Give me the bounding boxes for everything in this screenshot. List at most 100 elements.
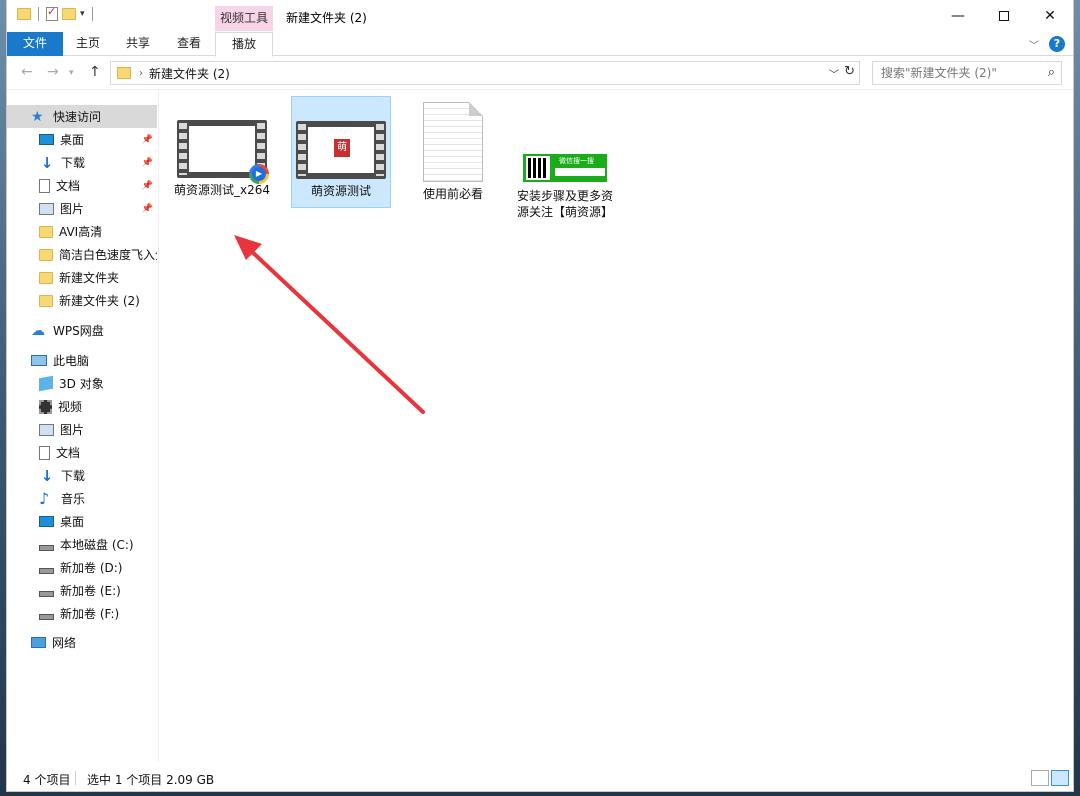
sidebar-item-folder[interactable]: 简洁白色速度飞入企 <box>7 243 157 266</box>
address-dropdown-icon[interactable]: ﹀ <box>829 66 839 81</box>
star-icon: ★ <box>31 108 44 125</box>
sidebar-item-downloads[interactable]: ↓ 下载 <box>7 464 157 487</box>
back-arrow-icon[interactable]: ← <box>21 64 33 80</box>
expand-ribbon-icon[interactable]: ﹀ <box>1029 37 1039 52</box>
folder-icon <box>117 67 131 79</box>
video-frame: 萌 <box>308 127 374 173</box>
sidebar-item-documents[interactable]: 文档 📌 <box>7 174 157 197</box>
pin-icon[interactable]: 📌 <box>142 204 153 214</box>
file-name: 萌资源测试 <box>310 184 371 198</box>
properties-icon[interactable] <box>46 5 58 21</box>
close-button[interactable]: ✕ <box>1027 0 1073 32</box>
pin-icon[interactable]: 📌 <box>142 181 153 191</box>
film-icon <box>39 399 52 414</box>
sidebar-item-pictures[interactable]: 图片 📌 <box>7 197 157 220</box>
sidebar-item-pictures[interactable]: 图片 <box>7 418 157 441</box>
thumbnail-text: 微信搜一搜 <box>559 157 594 165</box>
title-bar: ▾ 视频工具 新建文件夹 (2) — ✕ <box>7 0 1073 32</box>
drive-icon <box>39 613 54 620</box>
ribbon-tabs: 文件 主页 共享 查看 播放 ﹀ ? <box>7 32 1073 57</box>
sidebar-item-label: 本地磁盘 (C:) <box>60 538 134 552</box>
sidebar-item-drive-f[interactable]: 新加卷 (F:) <box>7 602 157 625</box>
tab-home[interactable]: 主页 <box>63 32 113 56</box>
sidebar-item-3d-objects[interactable]: 3D 对象 <box>7 372 157 395</box>
status-divider <box>75 771 76 785</box>
sidebar-item-label: 新建文件夹 (2) <box>59 294 140 308</box>
tab-play[interactable]: 播放 <box>215 32 273 57</box>
sidebar-item-quick-access[interactable]: ★ 快速访问 <box>7 105 157 128</box>
new-folder-icon[interactable] <box>62 8 76 20</box>
details-view-button[interactable] <box>1031 770 1049 786</box>
folder-icon <box>39 225 53 238</box>
tab-file[interactable]: 文件 <box>7 32 63 56</box>
sidebar-item-network[interactable]: 网络 <box>7 631 157 654</box>
address-bar[interactable]: › 新建文件夹 (2) ﹀ ↻ <box>110 61 860 85</box>
sidebar-item-label: AVI高清 <box>59 225 103 239</box>
folder-icon <box>39 271 53 284</box>
sidebar-item-drive-c[interactable]: 本地磁盘 (C:) <box>7 533 157 556</box>
sidebar-item-label: 视频 <box>58 400 83 414</box>
maximize-icon <box>999 11 1009 21</box>
sidebar-item-label: 新加卷 (E:) <box>60 584 121 598</box>
network-icon <box>31 637 46 648</box>
computer-icon <box>31 355 47 366</box>
folder-icon <box>39 294 53 307</box>
sidebar-item-label: 简洁白色速度飞入企 <box>59 248 157 262</box>
sidebar-item-this-pc[interactable]: 此电脑 <box>7 349 157 372</box>
sidebar-item-wps-drive[interactable]: ☁ WPS网盘 <box>7 319 157 342</box>
file-item-video-selected[interactable]: 萌 萌资源测试 <box>291 96 391 208</box>
quick-access-toolbar: ▾ <box>17 5 96 21</box>
file-item-video[interactable]: ▶ 萌资源测试_x264 <box>172 120 272 210</box>
status-bar: 4 个项目 选中 1 个项目 2.09 GB <box>7 762 1073 792</box>
sidebar-item-folder[interactable]: AVI高清 <box>7 220 157 243</box>
sidebar-item-documents[interactable]: 文档 <box>7 441 157 464</box>
sidebar-item-label: 此电脑 <box>53 354 90 368</box>
customize-toolbar-icon[interactable]: ▾ <box>80 9 85 19</box>
video-thumbnail: 萌 <box>296 121 386 179</box>
forward-arrow-icon[interactable]: → <box>47 64 59 80</box>
breadcrumb-chevron-icon[interactable]: › <box>139 68 143 79</box>
sidebar-item-music[interactable]: ♪ 音乐 <box>7 487 157 510</box>
sidebar-item-folder[interactable]: 新建文件夹 (2) <box>7 289 157 312</box>
sidebar-item-label: 网络 <box>52 636 77 650</box>
pin-icon[interactable]: 📌 <box>142 135 153 145</box>
maximize-button[interactable] <box>981 0 1027 32</box>
search-input[interactable]: 搜索"新建文件夹 (2)" ⌕ <box>872 61 1062 85</box>
toolbar-divider <box>91 7 93 21</box>
item-count: 4 个项目 <box>23 773 71 787</box>
sidebar-item-desktop[interactable]: 桌面 📌 <box>7 128 157 151</box>
file-item-document[interactable]: 使用前必看 <box>403 102 503 212</box>
context-tab-video-tools: 视频工具 <box>215 6 273 31</box>
sidebar-item-videos[interactable]: 视频 <box>7 395 157 418</box>
tab-view[interactable]: 查看 <box>163 32 215 56</box>
minimize-button[interactable]: — <box>935 0 981 32</box>
download-icon: ↓ <box>40 153 54 172</box>
breadcrumb-current[interactable]: 新建文件夹 (2) <box>149 65 230 82</box>
navigation-bar: ← → ▾ ↑ › 新建文件夹 (2) ﹀ ↻ 搜索"新建文件夹 (2)" ⌕ <box>7 56 1073 90</box>
file-item-image[interactable]: 微信搜一搜 安装步骤及更多资源关注【萌资源】 <box>515 152 615 242</box>
drive-icon <box>39 567 54 574</box>
document-thumbnail <box>423 102 483 182</box>
file-name: 使用前必看 <box>422 187 483 201</box>
search-icon[interactable]: ⌕ <box>1048 62 1055 84</box>
sidebar-item-label: 快速访问 <box>53 110 102 124</box>
film-strip <box>298 124 306 176</box>
search-placeholder: 搜索"新建文件夹 (2)" <box>881 66 997 80</box>
sidebar-item-label: 文档 <box>56 179 81 193</box>
sidebar-item-downloads[interactable]: ↓ 下载 📌 <box>7 151 157 174</box>
sidebar-item-folder[interactable]: 新建文件夹 <box>7 266 157 289</box>
sidebar-item-desktop[interactable]: 桌面 <box>7 510 157 533</box>
tab-share[interactable]: 共享 <box>113 32 163 56</box>
folder-icon <box>39 248 53 261</box>
refresh-icon[interactable]: ↻ <box>844 64 855 79</box>
file-name: 萌资源测试_x264 <box>173 183 270 197</box>
recent-locations-icon[interactable]: ▾ <box>69 68 74 78</box>
up-arrow-icon[interactable]: ↑ <box>89 64 101 80</box>
pin-icon[interactable]: 📌 <box>142 158 153 168</box>
large-icons-view-button[interactable] <box>1051 770 1069 786</box>
sidebar-item-label: WPS网盘 <box>53 324 104 338</box>
sidebar-item-drive-e[interactable]: 新加卷 (E:) <box>7 579 157 602</box>
sidebar-item-label: 文档 <box>56 446 81 460</box>
sidebar-item-drive-d[interactable]: 新加卷 (D:) <box>7 556 157 579</box>
help-icon[interactable]: ? <box>1049 36 1065 52</box>
